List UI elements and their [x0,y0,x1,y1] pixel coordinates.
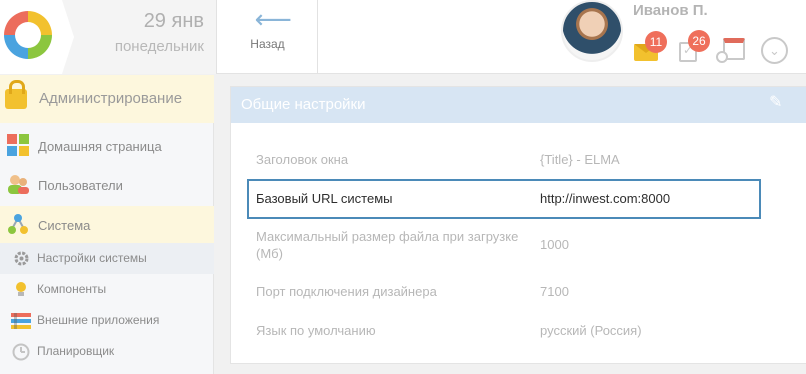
date-arrow-decoration [62,0,74,74]
gear-icon [14,251,29,266]
logo-area[interactable] [0,0,62,74]
bulb-icon [16,282,26,296]
mail-count-badge[interactable]: 11 [645,31,667,53]
sidebar-subitem-label: Внешние приложения [37,313,160,327]
settings-row-designer-port[interactable]: Порт подключения дизайнера 7100 [253,280,778,306]
sidebar-item-label: Система [38,218,91,233]
avatar[interactable] [561,0,623,62]
sidebar-section-title: Администрирование [39,90,183,107]
setting-key: Язык по умолчанию [256,323,376,338]
settings-row-max-file-size[interactable]: Максимальный размер файла при загрузке (… [253,226,778,266]
setting-value[interactable]: 1000 [540,237,569,252]
home-grid-icon [7,134,29,156]
date-box: 29 янв понедельник [62,0,217,74]
sidebar-item-system[interactable]: Система [0,206,214,245]
sidebar-item-label: Пользователи [38,178,123,193]
date-weekday: понедельник [114,38,204,55]
dropdown-chevron-icon[interactable]: ⌄ [761,37,788,64]
settings-row-base-url[interactable]: Базовый URL системы http://inwest.com:80… [247,179,761,219]
sidebar-subitem-scheduler[interactable]: Планировщик [0,336,214,367]
sidebar-item-home[interactable]: Домашняя страница [0,127,214,166]
setting-key: Порт подключения дизайнера [256,284,437,299]
clock-icon [12,343,30,361]
sidebar-subitem-components[interactable]: Компоненты [0,274,214,305]
setting-value[interactable]: русский (Россия) [540,323,642,338]
setting-value[interactable]: {Title} - ELMA [540,152,620,167]
sidebar-subitem-label: Планировщик [37,344,115,358]
setting-key: Базовый URL системы [256,191,393,206]
sidebar-subitem-label: Компоненты [37,282,107,296]
date-day: 29 янв [143,10,204,32]
sidebar-item-users[interactable]: Пользователи [0,166,214,205]
system-icon [8,214,28,234]
sidebar: Администрирование Домашняя страница Поль… [0,75,214,374]
sidebar-header[interactable]: Администрирование [0,75,214,123]
setting-key: Максимальный размер файла при загрузке (… [256,229,519,261]
setting-key: Заголовок окна [256,152,349,167]
sidebar-subitem-system-settings[interactable]: Настройки системы [0,243,214,274]
apps-icon [11,313,31,329]
panel-header: Общие настройки ✎ [231,87,806,123]
settings-row-window-title[interactable]: Заголовок окна {Title} - ELMA [253,147,778,173]
general-settings-panel: Общие настройки ✎ Заголовок окна {Title}… [230,86,806,364]
sidebar-subitem-external-apps[interactable]: Внешние приложения [0,305,214,336]
logo[interactable] [4,11,52,59]
calendar-clock-icon [716,51,728,63]
back-label: Назад [250,37,285,51]
settings-row-default-language[interactable]: Язык по умолчанию русский (Россия) [253,319,778,345]
sidebar-item-label: Домашняя страница [38,139,162,154]
back-arrow-icon: ⟵ [254,4,292,34]
setting-value[interactable]: 7100 [540,284,569,299]
sidebar-subitem-label: Настройки системы [37,251,147,265]
pencil-icon[interactable]: ✎ [769,95,785,111]
setting-value[interactable]: http://inwest.com:8000 [540,191,670,206]
back-button[interactable]: ⟵ Назад [218,0,318,74]
panel-title: Общие настройки [241,96,366,113]
lock-icon [5,80,27,109]
user-name[interactable]: Иванов П. [633,2,708,19]
top-bar: 29 янв понедельник ⟵ Назад Иванов П. 11 … [0,0,806,74]
task-count-badge[interactable]: 26 [688,30,710,52]
users-icon [8,175,29,194]
